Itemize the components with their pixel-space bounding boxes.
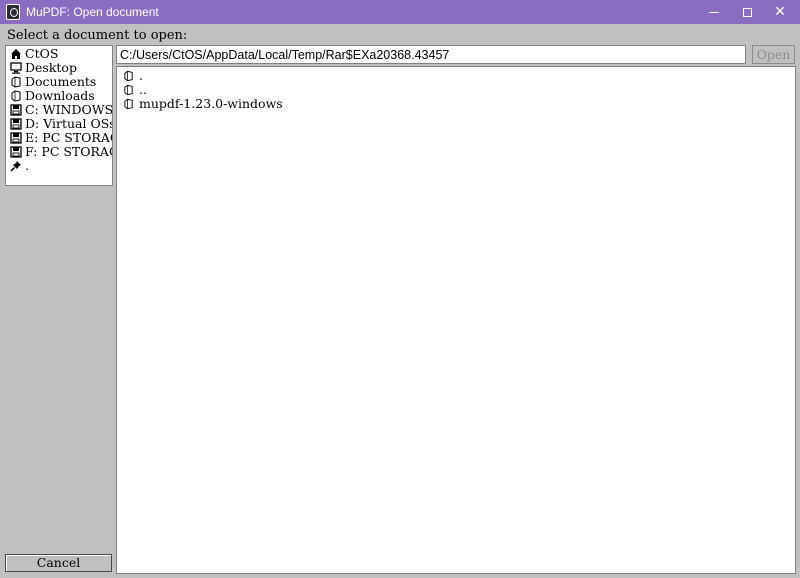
place-item-documents[interactable]: Documents bbox=[10, 75, 96, 89]
file-label: . bbox=[139, 68, 143, 83]
drive-icon bbox=[10, 146, 22, 158]
file-item[interactable]: .. bbox=[123, 83, 147, 97]
place-item-home[interactable]: CtOS bbox=[10, 47, 58, 61]
mupdf-app-icon bbox=[6, 4, 20, 20]
cancel-button[interactable]: Cancel bbox=[5, 554, 112, 572]
place-item-drive-d[interactable]: D: Virtual OSs bbox=[10, 116, 113, 131]
place-label: . bbox=[25, 158, 29, 173]
folder-icon bbox=[10, 90, 22, 102]
place-item-desktop[interactable]: Desktop bbox=[10, 61, 77, 75]
maximize-button[interactable] bbox=[730, 0, 764, 24]
place-label: C: WINDOWS 10 bbox=[25, 102, 113, 117]
minimize-icon bbox=[709, 11, 719, 13]
file-item[interactable]: . bbox=[123, 69, 143, 83]
place-label: E: PC STORAGE bbox=[25, 130, 112, 145]
close-icon: ✕ bbox=[774, 4, 786, 20]
open-prompt-label: Select a document to open: bbox=[7, 28, 188, 43]
pin-icon bbox=[10, 160, 22, 172]
place-item-downloads[interactable]: Downloads bbox=[10, 89, 95, 103]
file-label: mupdf-1.23.0-windows bbox=[139, 96, 283, 111]
drive-icon bbox=[10, 104, 22, 116]
place-item-drive-c[interactable]: C: WINDOWS 10 bbox=[10, 102, 113, 117]
open-button[interactable]: Open bbox=[752, 45, 795, 64]
place-label: D: Virtual OSs bbox=[25, 116, 113, 131]
maximize-icon bbox=[742, 7, 752, 17]
place-label: Downloads bbox=[25, 88, 95, 103]
home-icon bbox=[10, 48, 22, 60]
place-label: CtOS bbox=[25, 46, 59, 61]
place-item-drive-e[interactable]: E: PC STORAGE bbox=[10, 130, 112, 145]
folder-icon bbox=[123, 70, 134, 82]
drive-icon bbox=[10, 118, 22, 130]
drive-icon bbox=[10, 132, 22, 144]
places-list[interactable]: CtOS Desktop Documents Downloads C: WIND… bbox=[5, 45, 113, 186]
folder-icon bbox=[123, 98, 134, 110]
place-label: F: PC STORAGE bbox=[25, 144, 112, 159]
place-item-pinned[interactable]: . bbox=[10, 159, 29, 173]
place-label: Desktop bbox=[25, 60, 77, 75]
file-label: .. bbox=[139, 82, 147, 97]
file-item[interactable]: mupdf-1.23.0-windows bbox=[123, 97, 283, 111]
desktop-icon bbox=[10, 62, 22, 74]
place-item-drive-f[interactable]: F: PC STORAGE bbox=[10, 144, 112, 159]
window-title: MuPDF: Open document bbox=[26, 5, 159, 19]
folder-icon bbox=[123, 84, 134, 96]
close-button[interactable]: ✕ bbox=[763, 0, 797, 24]
minimize-button[interactable] bbox=[697, 0, 731, 24]
title-bar[interactable]: MuPDF: Open document ✕ bbox=[0, 0, 800, 24]
place-label: Documents bbox=[25, 74, 97, 89]
path-input[interactable] bbox=[116, 45, 746, 64]
folder-icon bbox=[10, 76, 22, 88]
file-list[interactable]: . .. mupdf-1.23.0-windows bbox=[116, 66, 796, 574]
